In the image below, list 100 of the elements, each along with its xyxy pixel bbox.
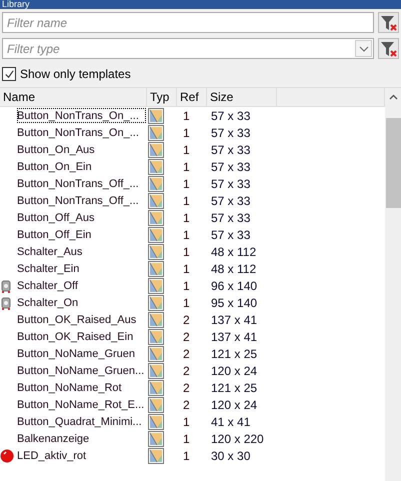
column-header[interactable]: Typ [147,88,177,106]
dropdown-button[interactable] [355,40,372,57]
name-cell[interactable]: Button_NoName_Gruen... [16,362,147,379]
name-cell[interactable]: Button_OK_Raised_Aus [16,311,147,328]
ref-cell: 1 [183,296,190,310]
name-cell[interactable]: Button_NonTrans_On_... [16,124,147,141]
ref-cell: 1 [183,126,190,140]
name-cell[interactable]: Schalter_Off [16,277,147,294]
image-icon [148,396,164,412]
checkbox-label: Show only templates [20,67,131,81]
name-cell[interactable]: Button_On_Ein [16,158,147,175]
column-header[interactable]: Name [0,88,147,106]
size-cell: 57 x 33 [211,126,250,140]
name-cell[interactable]: Schalter_Aus [16,243,147,260]
image-icon [148,108,164,124]
size-cell: 48 x 112 [211,262,256,276]
image-icon [148,176,164,192]
size-cell: 137 x 41 [211,312,258,326]
image-icon [148,210,164,226]
size-cell: 57 x 33 [211,108,250,122]
name-cell[interactable]: Button_On_Aus [16,141,147,158]
ref-cell: 1 [183,108,190,122]
checkbox[interactable] [2,67,16,81]
ref-cell: 1 [183,210,190,224]
name-cell[interactable]: Button_NonTrans_Off_... [16,192,147,209]
ref-cell: 2 [183,398,190,412]
ref-cell: 1 [183,160,190,174]
image-icon [148,294,164,310]
image-icon [148,346,164,362]
size-cell: 120 x 24 [211,398,258,412]
ref-cell: 1 [183,176,190,190]
clear-filter-button[interactable] [378,12,399,33]
ref-cell: 1 [183,278,190,292]
size-cell: 96 x 140 [211,278,258,292]
window-title: Library [1,0,30,9]
scrollbar-thumb[interactable] [386,118,400,208]
image-icon [148,328,164,344]
image-icon [148,362,164,378]
name-cell[interactable]: Schalter_On [16,294,147,311]
image-icon [148,142,164,158]
name-cell[interactable]: Balkenanzeige [16,430,147,447]
ref-cell: 1 [183,142,190,156]
image-icon [148,244,164,260]
name-cell[interactable]: Button_NonTrans_Off_... [16,175,147,192]
name-cell[interactable]: Button_NoName_Rot_E... [16,396,147,413]
size-cell: 30 x 30 [211,448,250,462]
size-cell: 57 x 33 [211,194,250,208]
name-cell[interactable]: LED_aktiv_rot [16,447,147,464]
size-cell: 48 x 112 [211,244,256,258]
name-cell[interactable]: Button_Quadrat_Minimi... [16,413,147,430]
name-cell[interactable]: Schalter_Ein [16,260,147,277]
name-cell[interactable]: Button_NoName_Gruen [16,345,147,362]
ref-cell: 1 [183,448,190,462]
image-icon [148,226,164,242]
chevron-down-icon [358,46,368,52]
image-icon [148,278,164,294]
ref-cell: 1 [183,262,190,276]
filter-name-field[interactable]: Filter name [2,12,374,33]
image-icon [148,430,164,446]
ref-cell: 1 [183,414,190,428]
size-cell: 121 x 25 [211,346,258,360]
ref-cell: 2 [183,330,190,344]
name-cell[interactable]: Button_NonTrans_On_... [16,107,147,124]
image-icon [148,414,164,430]
column-header[interactable]: Ref [177,88,207,106]
image-icon [148,124,164,140]
image-icon [148,158,164,174]
ref-cell: 2 [183,346,190,360]
image-icon [148,380,164,396]
switch-icon [0,296,12,310]
filter-clear-icon [380,40,398,58]
image-icon [148,260,164,276]
name-cell[interactable]: Button_Off_Ein [16,226,147,243]
image-icon [148,192,164,208]
size-cell: 41 x 41 [211,414,250,428]
clear-filter-button[interactable] [378,38,399,59]
switch-icon [0,278,12,292]
filter-clear-icon [380,14,398,32]
size-cell: 57 x 33 [211,176,250,190]
ref-cell: 2 [183,312,190,326]
ref-cell: 1 [183,228,190,242]
column-header[interactable]: Size [207,88,277,106]
size-cell: 95 x 140 [211,296,258,310]
ref-cell: 1 [183,244,190,258]
size-cell: 120 x 220 [211,432,264,446]
size-cell: 121 x 25 [211,380,258,394]
size-cell: 57 x 33 [211,228,250,242]
name-cell[interactable]: Button_Off_Aus [16,209,147,226]
size-cell: 120 x 24 [211,364,258,378]
ref-cell: 1 [183,432,190,446]
image-icon [148,448,164,464]
size-cell: 57 x 33 [211,210,250,224]
name-cell[interactable]: Button_OK_Raised_Ein [16,328,147,345]
size-cell: 57 x 33 [211,160,250,174]
ref-cell: 2 [183,364,190,378]
filter-type-combobox[interactable]: Filter type [2,38,374,59]
size-cell: 137 x 41 [211,330,258,344]
scrollbar[interactable] [385,88,401,481]
name-cell[interactable]: Button_NoName_Rot [16,379,147,396]
scroll-up-icon[interactable] [388,94,398,100]
